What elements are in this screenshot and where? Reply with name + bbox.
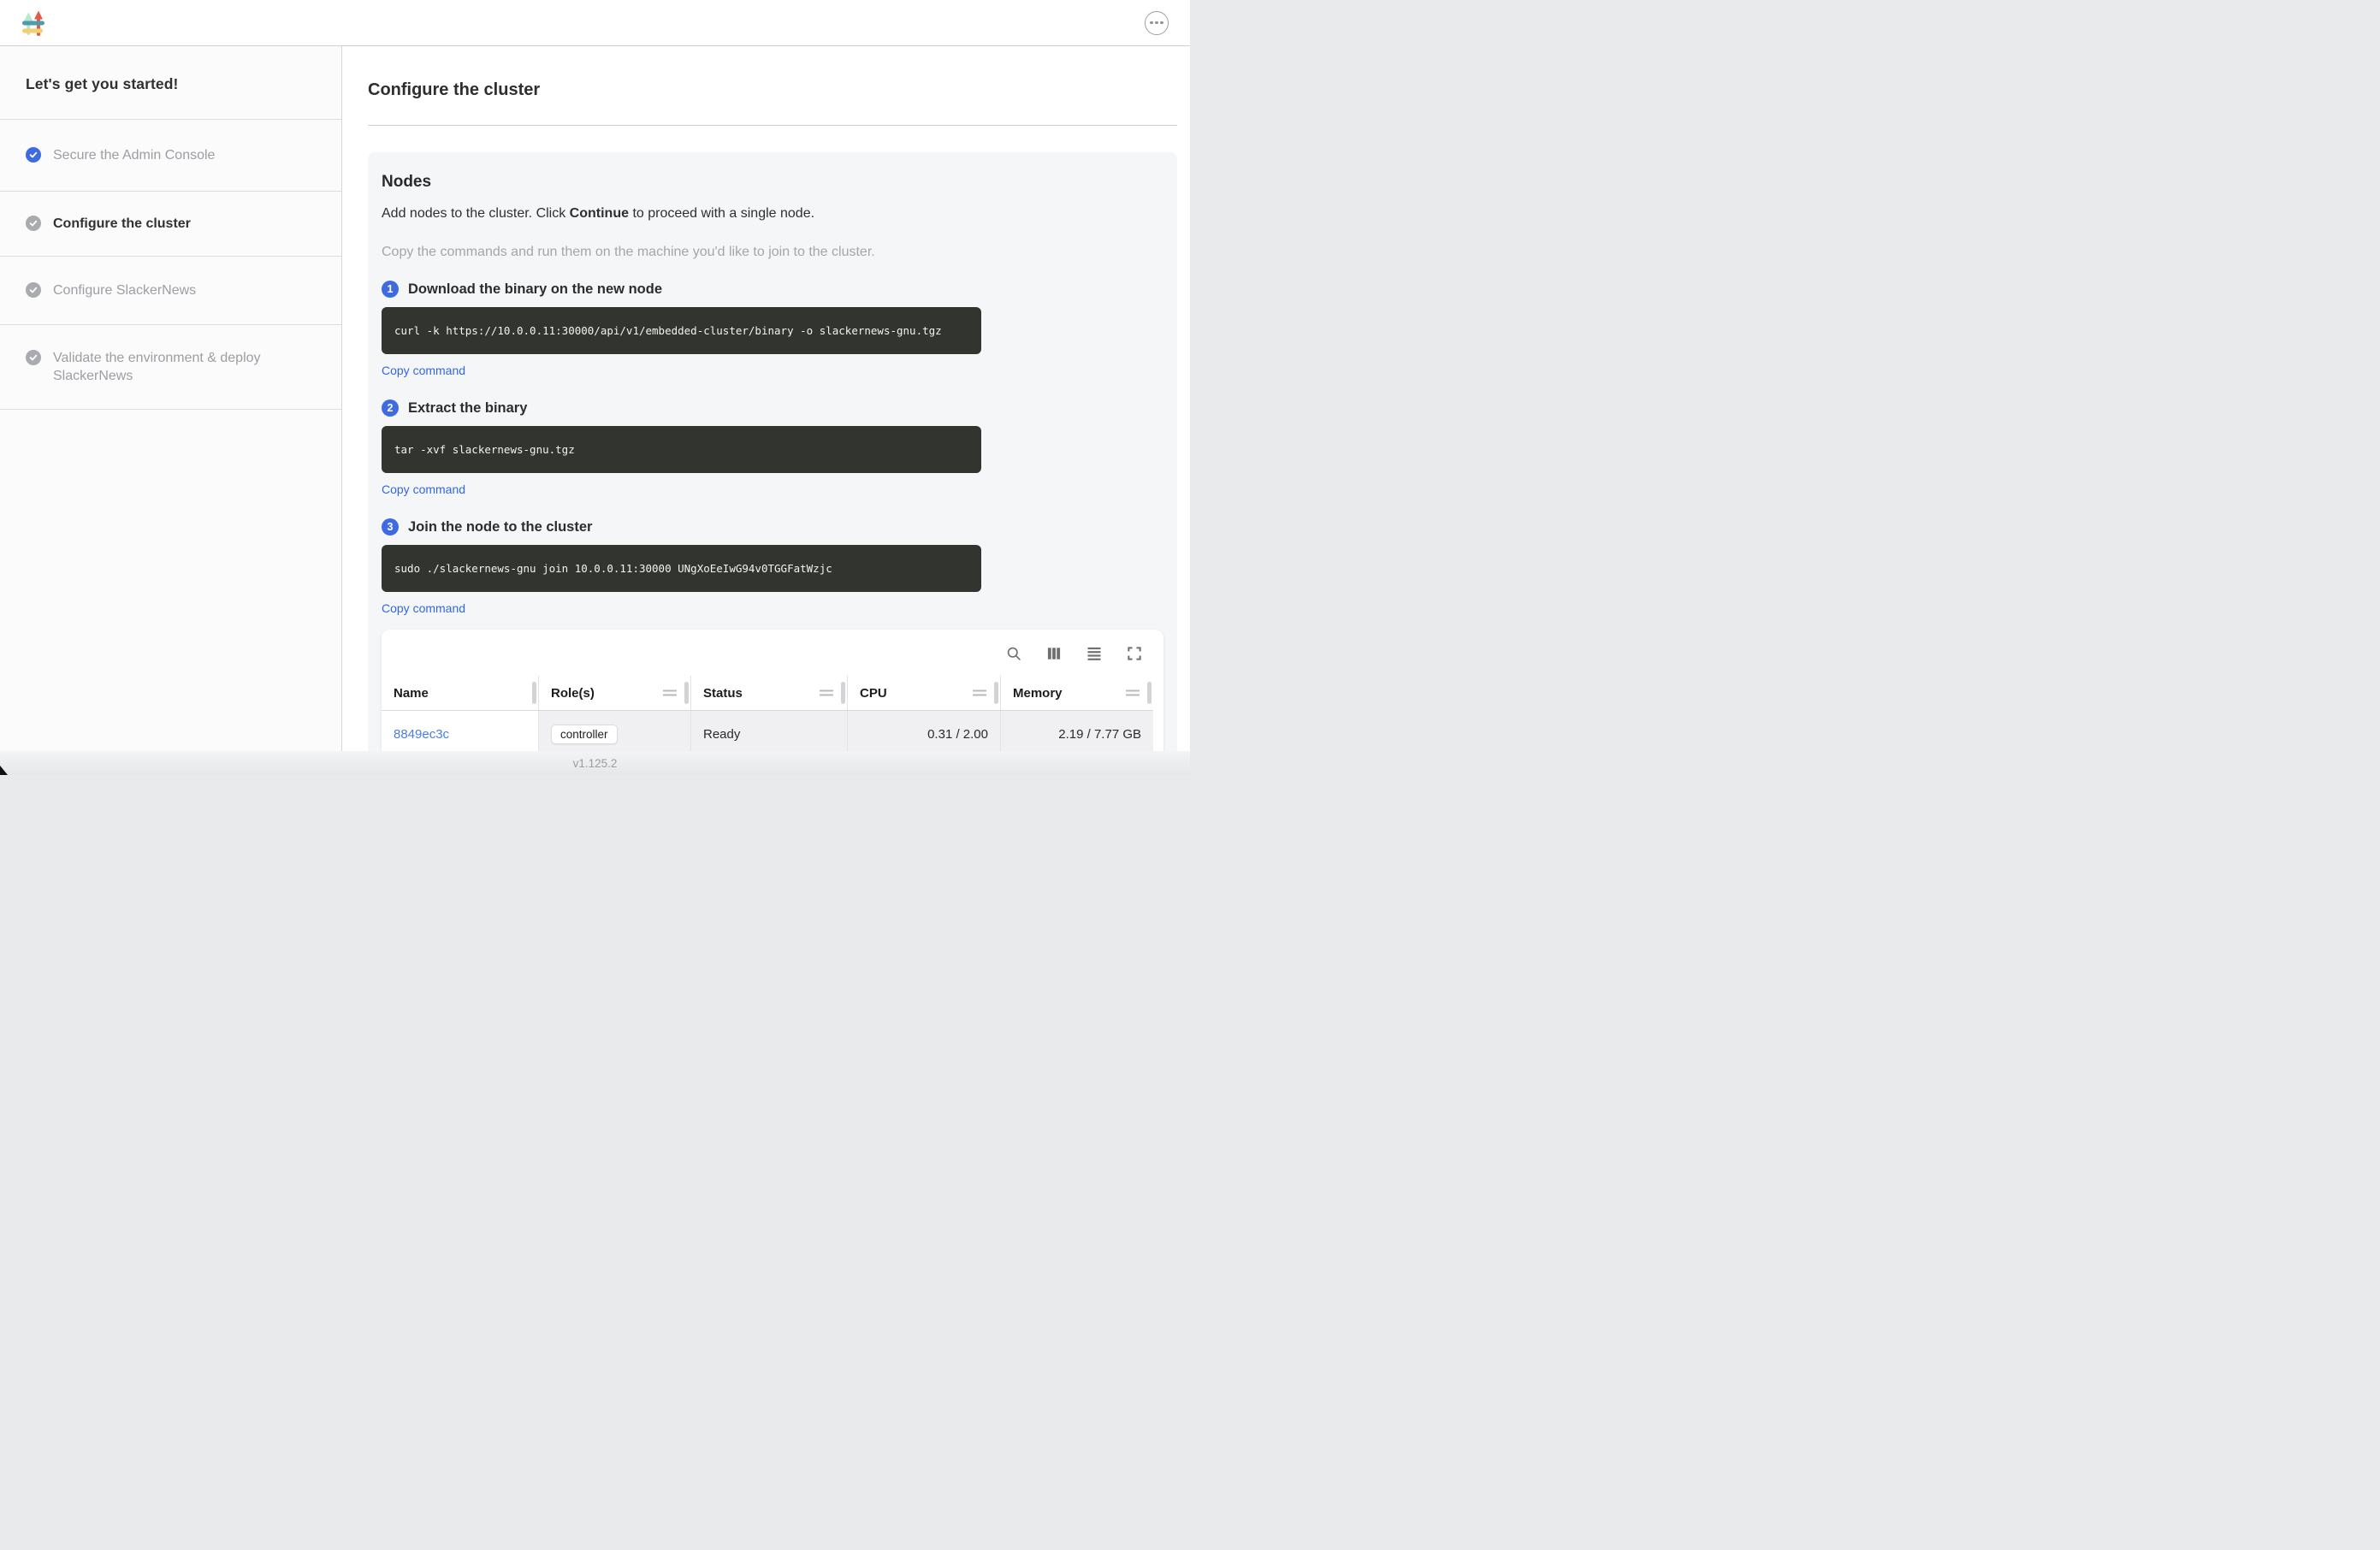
column-drag-icon[interactable]: [973, 688, 986, 699]
page-title: Configure the cluster: [368, 80, 1177, 100]
column-resize-handle[interactable]: [684, 682, 689, 704]
intro-text: Add nodes to the cluster. Click: [382, 206, 570, 221]
column-label: Status: [703, 686, 743, 701]
copy-commands-hint: Copy the commands and run them on the ma…: [382, 245, 1163, 260]
sidebar-item-label: Configure the cluster: [53, 215, 191, 233]
sidebar-item-configure-slackernews[interactable]: Configure SlackerNews: [0, 257, 341, 325]
ellipsis-dot: [1155, 21, 1158, 25]
nodes-card: Nodes Add nodes to the cluster. Click Co…: [368, 152, 1177, 751]
density-icon[interactable]: [1086, 645, 1103, 662]
step-2-copy-command-link[interactable]: Copy command: [382, 482, 465, 496]
ellipsis-dot: [1150, 21, 1153, 25]
step-2-title: Extract the binary: [408, 400, 527, 417]
sidebar-heading: Let's get you started!: [0, 46, 341, 120]
title-divider: [368, 125, 1177, 126]
node-cpu-cell: 0.31 / 2.00: [847, 710, 1000, 751]
column-header-roles[interactable]: Role(s): [538, 676, 690, 710]
step-3-title: Join the node to the cluster: [408, 519, 592, 535]
table-header-row: Name Role(s) Status: [382, 676, 1153, 710]
node-name-link[interactable]: 8849ec3c: [394, 727, 449, 742]
sidebar-item-label: Secure the Admin Console: [53, 146, 215, 164]
table-row: 8849ec3c controller Ready 0.31 / 2.00 2.…: [382, 710, 1153, 751]
node-status-cell: Ready: [690, 710, 847, 751]
column-resize-handle[interactable]: [841, 682, 845, 704]
column-header-cpu[interactable]: CPU: [847, 676, 1000, 710]
column-drag-icon[interactable]: [663, 688, 677, 699]
table-toolbar: [382, 630, 1163, 676]
nodes-table-card: Name Role(s) Status: [382, 630, 1163, 751]
column-header-memory[interactable]: Memory: [1000, 676, 1153, 710]
column-drag-icon[interactable]: [1126, 688, 1140, 699]
main-content: Configure the cluster Nodes Add nodes to…: [342, 46, 1190, 751]
step-1-header: 1 Download the binary on the new node: [382, 281, 1163, 298]
nodes-heading: Nodes: [382, 173, 1163, 192]
sidebar-item-secure-admin-console[interactable]: Secure the Admin Console: [0, 120, 341, 192]
column-label: CPU: [860, 686, 887, 701]
top-nav-bar: [0, 0, 1190, 46]
nodes-intro: Add nodes to the cluster. Click Continue…: [382, 206, 1163, 222]
nodes-table: Name Role(s) Status: [382, 676, 1153, 751]
ellipsis-menu-button[interactable]: [1145, 11, 1169, 35]
column-drag-icon[interactable]: [820, 688, 833, 699]
slackernews-logo-icon: [21, 9, 45, 37]
search-icon[interactable]: [1005, 645, 1022, 662]
sidebar-item-label: Configure SlackerNews: [53, 281, 196, 299]
sidebar-item-configure-cluster[interactable]: Configure the cluster: [0, 192, 341, 257]
column-header-name[interactable]: Name: [382, 676, 538, 710]
column-label: Name: [394, 686, 429, 701]
step-2-command-code: tar -xvf slackernews-gnu.tgz: [382, 426, 981, 473]
step-3-copy-command-link[interactable]: Copy command: [382, 601, 465, 615]
sidebar-item-label: Validate the environment & deploy Slacke…: [53, 349, 316, 385]
check-pending-icon: [26, 282, 41, 298]
column-label: Memory: [1013, 686, 1063, 701]
fullscreen-icon[interactable]: [1126, 645, 1143, 662]
setup-steps-sidebar: Let's get you started! Secure the Admin …: [0, 46, 342, 751]
node-roles-cell: controller: [538, 710, 690, 751]
version-label: v1.125.2: [573, 757, 618, 770]
column-resize-handle[interactable]: [532, 682, 536, 704]
step-3-command-code: sudo ./slackernews-gnu join 10.0.0.11:30…: [382, 545, 981, 592]
role-badge: controller: [551, 725, 618, 744]
footer-bar: v1.125.2: [0, 751, 1190, 775]
admin-console-window: Let's get you started! Secure the Admin …: [0, 0, 1190, 775]
step-2-number-badge: 2: [382, 399, 399, 417]
column-resize-handle[interactable]: [994, 682, 998, 704]
step-3-number-badge: 3: [382, 518, 399, 535]
node-memory-cell: 2.19 / 7.77 GB: [1000, 710, 1153, 751]
columns-icon[interactable]: [1045, 645, 1063, 662]
step-1-copy-command-link[interactable]: Copy command: [382, 364, 465, 377]
step-1-command-code: curl -k https://10.0.0.11:30000/api/v1/e…: [382, 307, 981, 354]
ellipsis-dot: [1160, 21, 1163, 25]
step-1-number-badge: 1: [382, 281, 399, 298]
column-label: Role(s): [551, 686, 595, 701]
step-1-title: Download the binary on the new node: [408, 281, 662, 298]
column-header-status[interactable]: Status: [690, 676, 847, 710]
intro-continue-word: Continue: [570, 206, 629, 221]
check-pending-icon: [26, 216, 41, 231]
step-2-header: 2 Extract the binary: [382, 399, 1163, 417]
step-3-header: 3 Join the node to the cluster: [382, 518, 1163, 535]
check-pending-icon: [26, 350, 41, 365]
sidebar-item-validate-deploy[interactable]: Validate the environment & deploy Slacke…: [0, 325, 341, 410]
column-resize-handle[interactable]: [1147, 682, 1152, 704]
intro-text: to proceed with a single node.: [629, 206, 814, 221]
node-name-cell: 8849ec3c: [382, 710, 538, 751]
check-complete-icon: [26, 147, 41, 163]
